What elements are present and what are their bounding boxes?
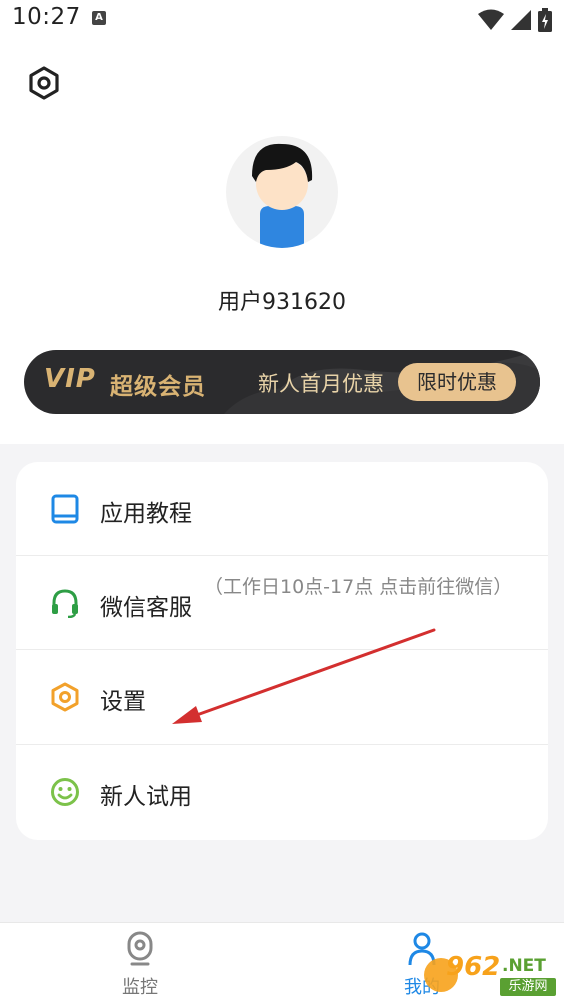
username: 用户931620 <box>218 290 346 315</box>
menu-item-new-user-trial[interactable]: 新人试用 <box>16 745 548 839</box>
avatar[interactable] <box>226 136 338 248</box>
menu-card: 应用教程 微信客服 （工作日10点-17点 点击前往微信） 设置 新人试用 <box>16 462 548 840</box>
camera-icon <box>124 931 156 967</box>
vip-cta-button[interactable]: 限时优惠 <box>398 363 516 401</box>
profile-header: 10:27 A 用户931620 VIP 超级会员 新人首月优惠 限时优惠 <box>0 0 564 444</box>
menu-item-label: 微信客服 <box>100 595 192 621</box>
signal-icon <box>511 10 531 30</box>
vip-promo-text: 新人首月优惠 <box>258 372 384 396</box>
status-time: 10:27 <box>12 4 81 30</box>
menu-item-label: 新人试用 <box>100 784 192 810</box>
tab-monitor[interactable]: 监控 <box>80 923 200 1005</box>
smile-icon <box>50 777 80 807</box>
menu-item-label: 设置 <box>100 689 146 715</box>
menu-item-wechat-service[interactable]: 微信客服 <box>16 556 548 650</box>
vip-banner[interactable]: VIP 超级会员 新人首月优惠 限时优惠 <box>24 350 540 414</box>
accessibility-a-icon: A <box>92 11 106 25</box>
watermark-text: 962 <box>446 952 501 982</box>
status-bar: 10:27 A <box>0 0 564 40</box>
tab-label: 监控 <box>122 977 158 998</box>
wechat-service-hours: （工作日10点-17点 点击前往微信） <box>204 576 513 598</box>
hexagon-settings-icon <box>50 682 80 712</box>
menu-item-settings[interactable]: 设置 <box>16 650 548 744</box>
hexagon-settings-icon[interactable] <box>27 66 61 100</box>
battery-charging-icon <box>538 8 552 32</box>
headset-icon <box>50 588 80 619</box>
menu-item-tutorial[interactable]: 应用教程 <box>16 462 548 556</box>
menu-item-label: 应用教程 <box>100 501 192 527</box>
status-icons <box>478 8 552 32</box>
vip-title: 超级会员 <box>110 374 206 400</box>
watermark-logo: 962 .NET 乐游网 <box>424 952 560 1000</box>
vip-logo: VIP <box>44 364 96 394</box>
watermark-net: .NET <box>502 956 546 976</box>
book-icon <box>50 494 80 524</box>
wifi-icon <box>478 9 504 30</box>
watermark-sub: 乐游网 <box>500 978 556 996</box>
